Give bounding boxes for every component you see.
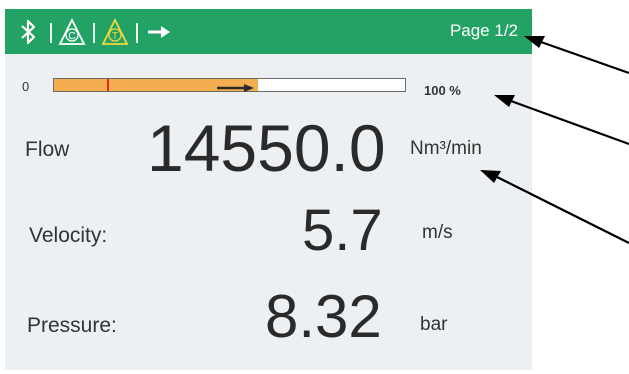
callout-arrow-unit (496, 176, 629, 244)
callout-arrowhead-page (524, 36, 545, 48)
callout-arrow-percent (510, 99, 629, 146)
callout-arrows (480, 36, 629, 244)
callout-arrowhead-percent (494, 95, 515, 107)
callout-arrow-page (540, 40, 629, 75)
